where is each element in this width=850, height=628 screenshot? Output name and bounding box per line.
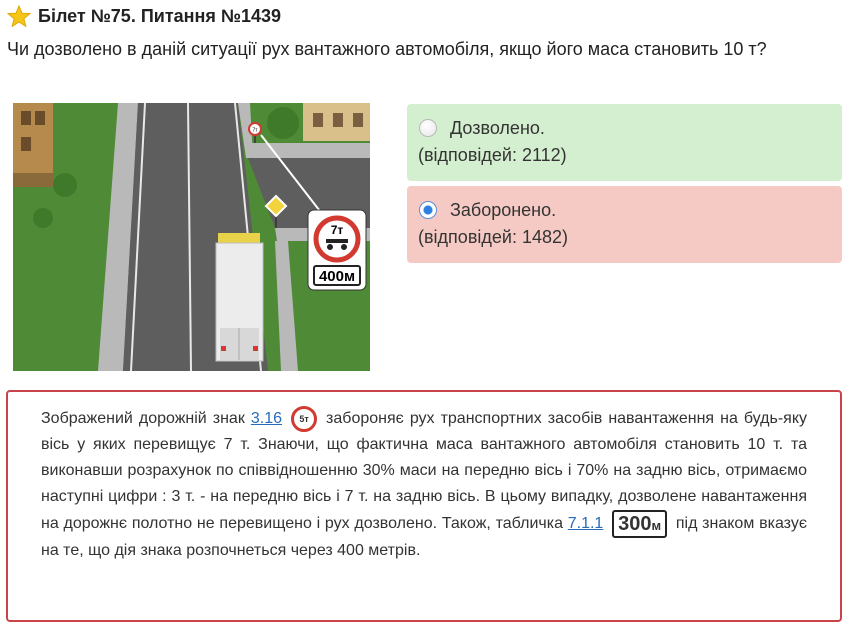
star-icon[interactable] — [7, 5, 31, 27]
plate-link-7-1-1[interactable]: 7.1.1 — [568, 515, 604, 532]
answer-option-allowed[interactable]: Дозволено. (відповідей: 2112) — [407, 104, 842, 181]
question-header: Білет №75. Питання №1439 — [7, 5, 281, 27]
answer-option-forbidden[interactable]: Заборонено. (відповідей: 1482) — [407, 186, 842, 263]
answer-label: Дозволено. — [450, 117, 545, 138]
road-scene: 7т 7т 400м — [13, 103, 370, 371]
answer-count: (відповідей: 1482) — [418, 227, 568, 247]
weight-limit-label: 7т — [331, 223, 344, 237]
answer-label: Заборонено. — [450, 199, 557, 220]
answer-count: (відповідей: 2112) — [418, 145, 567, 165]
explanation-text-1: Зображений дорожній знак — [41, 410, 251, 428]
ticket-title: Білет №75. Питання №1439 — [38, 5, 281, 26]
explanation-box: Зображений дорожній знак 3.16 5т заборон… — [6, 390, 842, 622]
road-illustration: 7т 7т 400м — [13, 103, 370, 371]
sign-link-3-16[interactable]: 3.16 — [251, 410, 282, 427]
svg-text:7т: 7т — [252, 128, 258, 134]
radio-checked-icon[interactable] — [419, 201, 437, 219]
question-text: Чи дозволено в даній ситуації рух вантаж… — [7, 39, 767, 59]
distance-plate-label: 400м — [319, 268, 355, 285]
distance-plate-icon: 300м — [612, 510, 668, 539]
axle-load-sign-icon: 5т — [291, 406, 318, 432]
radio-unchecked-icon[interactable] — [419, 119, 437, 137]
